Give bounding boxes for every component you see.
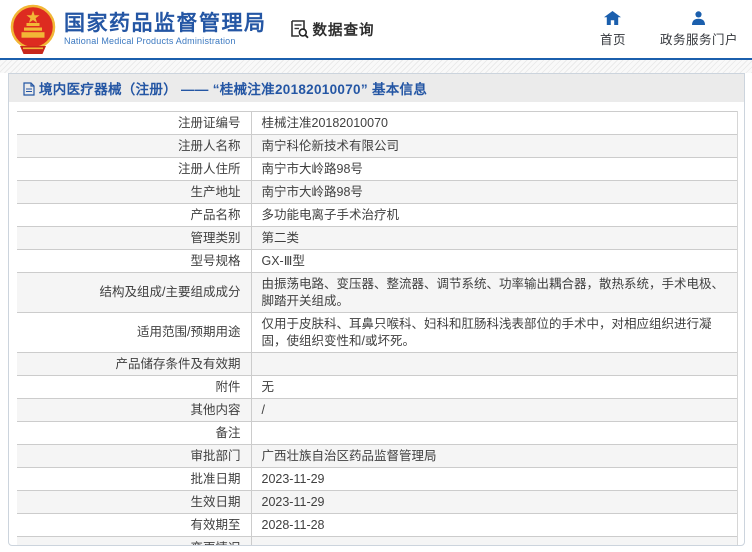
row-value: 南宁市大岭路98号: [250, 157, 738, 181]
info-table-wrap: 注册证编号 桂械注准20182010070 注册人名称 南宁科伦新技术有限公司 注册人住…: [9, 102, 744, 545]
row-value: 2023-11-29: [250, 490, 738, 514]
table-row: 注册人住所 南宁市大岭路98号: [17, 157, 738, 181]
row-label: 变更情况: [17, 536, 251, 545]
table-row: 审批部门 广西壮族自治区药品监督管理局: [17, 444, 738, 468]
row-label: 批准日期: [17, 467, 251, 491]
row-value: 南宁科伦新技术有限公司: [250, 134, 738, 158]
row-value: 仅用于皮肤科、耳鼻只喉科、妇科和肛肠科浅表部位的手术中，对相应组织进行凝固，使组…: [250, 312, 738, 353]
page-title-bar: 境内医疗器械（注册） —— “桂械注准20182010070” 基本信息: [9, 74, 744, 102]
row-value: [250, 536, 738, 545]
row-label: 审批部门: [17, 444, 251, 468]
row-value: GX-Ⅲ型: [250, 249, 738, 273]
row-label: 适用范围/预期用途: [17, 312, 251, 353]
table-row: 生效日期 2023-11-29: [17, 490, 738, 514]
row-label: 结构及组成/主要组成成分: [17, 272, 251, 313]
table-row: 产品储存条件及有效期: [17, 352, 738, 376]
row-label: 备注: [17, 421, 251, 445]
data-query-label: 数据查询: [312, 22, 375, 39]
row-value: 由振荡电路、变压器、整流器、调节系统、功率输出耦合器，散热系统，手术电极、脚踏开…: [250, 272, 738, 313]
agency-logo-text: 国家药品监督管理局 National Medical Products Admi…: [64, 13, 267, 46]
row-label: 管理类别: [17, 226, 251, 250]
row-value: 桂械注准20182010070: [250, 111, 738, 135]
document-search-icon: [290, 20, 309, 39]
table-row: 型号规格 GX-Ⅲ型: [17, 249, 738, 273]
row-label: 有效期至: [17, 513, 251, 537]
page-title: 境内医疗器械（注册） —— “桂械注准20182010070” 基本信息: [39, 82, 428, 97]
row-value: 2023-11-29: [250, 467, 738, 491]
row-value: 南宁市大岭路98号: [250, 180, 738, 204]
row-value: 无: [250, 375, 738, 399]
row-label: 注册证编号: [17, 111, 251, 135]
row-label: 注册人名称: [17, 134, 251, 158]
table-row: 结构及组成/主要组成成分 由振荡电路、变压器、整流器、调节系统、功率输出耦合器，散…: [17, 272, 738, 313]
row-value: /: [250, 398, 738, 422]
table-row: 其他内容 /: [17, 398, 738, 422]
document-icon: [23, 81, 35, 96]
row-label: 其他内容: [17, 398, 251, 422]
agency-name-zh: 国家药品监督管理局: [64, 11, 267, 35]
table-row: 有效期至 2028-11-28: [17, 513, 738, 537]
table-row: 注册人名称 南宁科伦新技术有限公司: [17, 134, 738, 158]
info-table: 注册证编号 桂械注准20182010070 注册人名称 南宁科伦新技术有限公司 注册人住…: [17, 111, 738, 545]
table-row: 管理类别 第二类: [17, 226, 738, 250]
agency-name-en: National Medical Products Administration: [64, 35, 236, 46]
row-value: 广西壮族自治区药品监督管理局: [250, 444, 738, 468]
row-label: 注册人住所: [17, 157, 251, 181]
nav-home[interactable]: 首页: [599, 10, 626, 48]
home-icon: [604, 10, 622, 25]
nav-gov-portal[interactable]: 政务服务门户: [659, 10, 738, 48]
table-row: 备注: [17, 421, 738, 445]
row-value: [250, 421, 738, 445]
row-value: 多功能电离子手术治疗机: [250, 203, 738, 227]
row-label: 生产地址: [17, 180, 251, 204]
table-row: 批准日期 2023-11-29: [17, 467, 738, 491]
row-value: [250, 352, 738, 376]
row-label: 产品名称: [17, 203, 251, 227]
info-table-body: 注册证编号 桂械注准20182010070 注册人名称 南宁科伦新技术有限公司 注册人住…: [17, 111, 738, 545]
row-value: 2028-11-28: [250, 513, 738, 537]
row-label: 附件: [17, 375, 251, 399]
person-icon: [692, 10, 706, 25]
table-row: 变更情况: [17, 536, 738, 545]
hatch-divider: [0, 60, 752, 73]
nav-home-label: 首页: [599, 32, 626, 47]
table-row: 注册证编号 桂械注准20182010070: [17, 111, 738, 135]
row-value: 第二类: [250, 226, 738, 250]
site-header: 国家药品监督管理局 National Medical Products Admi…: [0, 0, 752, 60]
row-label: 生效日期: [17, 490, 251, 514]
national-emblem-logo: [10, 4, 56, 54]
table-row: 适用范围/预期用途 仅用于皮肤科、耳鼻只喉科、妇科和肛肠科浅表部位的手术中，对相应…: [17, 312, 738, 353]
table-row: 附件无: [17, 375, 738, 399]
table-row: 产品名称 多功能电离子手术治疗机: [17, 203, 738, 227]
row-label: 型号规格: [17, 249, 251, 273]
data-query-nav[interactable]: 数据查询: [289, 19, 375, 40]
table-row: 生产地址 南宁市大岭路98号: [17, 180, 738, 204]
nav-portal-label: 政务服务门户: [659, 32, 738, 47]
content-container: 境内医疗器械（注册） —— “桂械注准20182010070” 基本信息 注册证…: [8, 73, 745, 546]
row-label: 产品储存条件及有效期: [17, 352, 251, 376]
